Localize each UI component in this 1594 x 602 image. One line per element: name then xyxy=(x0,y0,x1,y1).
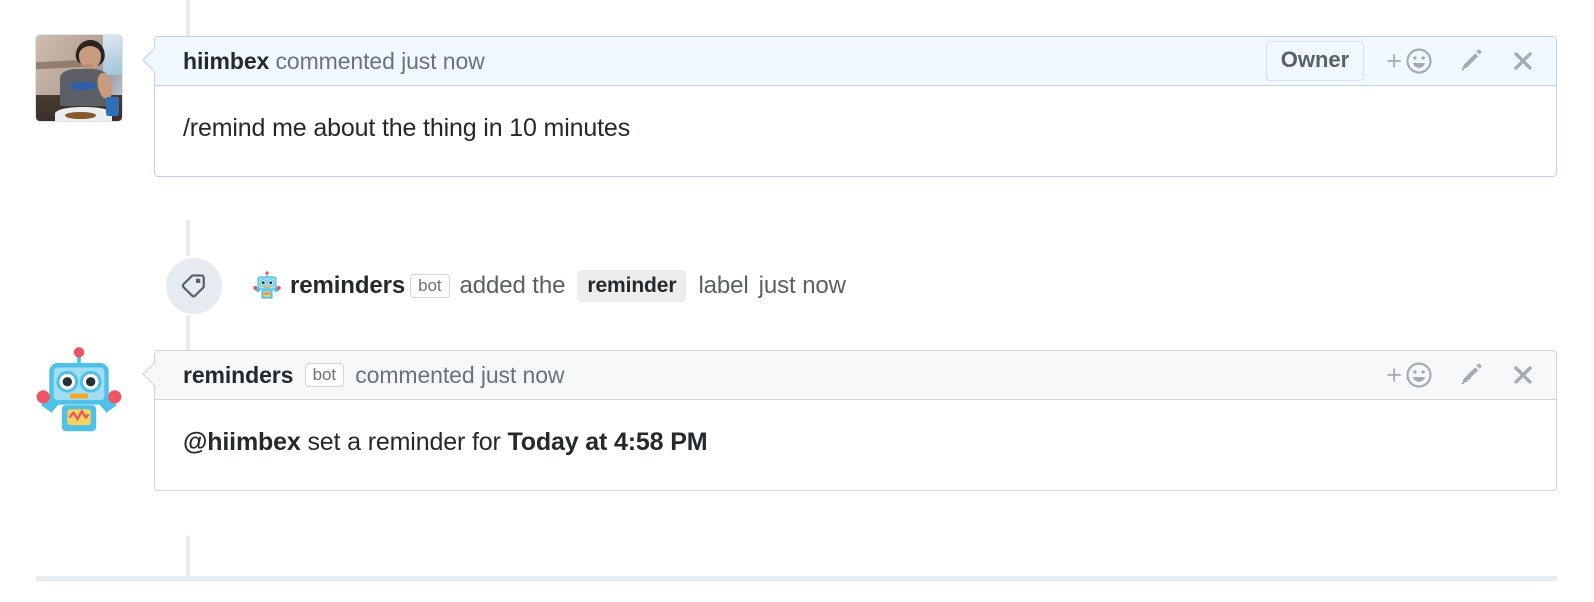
smiley-icon xyxy=(1406,48,1432,74)
add-reaction-button[interactable]: + xyxy=(1386,360,1434,390)
timeline-event-labeled: reminders bot added the reminder label j… xyxy=(166,258,851,314)
event-action-suffix: label xyxy=(698,272,749,299)
comment-byline: hiimbex commented just now xyxy=(183,48,485,75)
comment-actions: + xyxy=(1386,360,1544,390)
close-icon xyxy=(1514,52,1532,70)
event-icon-circle xyxy=(166,258,222,314)
robot-icon[interactable] xyxy=(252,271,282,301)
event-timestamp[interactable]: just now xyxy=(759,272,846,300)
robot-icon xyxy=(36,347,122,432)
add-reaction-button[interactable]: + xyxy=(1386,46,1434,76)
comment-body: /remind me about the thing in 10 minutes xyxy=(183,114,631,142)
timeline-rail-segment xyxy=(186,316,190,350)
delete-comment-button[interactable] xyxy=(1508,46,1538,76)
delete-comment-button[interactable] xyxy=(1508,360,1538,390)
avatar-photo-shirt-logo xyxy=(70,82,97,91)
avatar-photo-window xyxy=(103,35,122,75)
comment-timestamp[interactable]: just now xyxy=(481,362,565,388)
timeline-rail-segment xyxy=(186,220,190,256)
smiley-icon xyxy=(1406,362,1432,388)
reminders-bot-avatar[interactable] xyxy=(35,346,123,434)
avatar-photo-cup xyxy=(105,96,119,116)
pencil-icon xyxy=(1461,49,1482,71)
comment-action: commented xyxy=(275,47,395,74)
comment-header: hiimbex commented just now Owner + xyxy=(142,37,1556,86)
bot-badge: bot xyxy=(410,274,450,298)
bot-badge: bot xyxy=(304,362,344,387)
comment-actions: Owner + xyxy=(1265,41,1544,81)
comment-timestamp[interactable]: just now xyxy=(401,48,485,74)
comment-action: commented xyxy=(355,361,475,388)
edit-comment-button[interactable] xyxy=(1456,360,1486,390)
comment-card-hiimbex: hiimbex commented just now Owner + /remi… xyxy=(142,36,1557,178)
status-badge-owner: Owner xyxy=(1265,41,1365,81)
comment-bubble-arrow xyxy=(142,47,168,73)
label-chip-reminder[interactable]: reminder xyxy=(577,270,687,302)
edit-comment-button[interactable] xyxy=(1456,46,1486,76)
plus-icon: + xyxy=(1386,45,1402,76)
comment-body: @hiimbex set a reminder for Today at 4:5… xyxy=(155,400,1556,490)
comment-author[interactable]: reminders xyxy=(183,362,293,388)
issue-timeline: hiimbex commented just now Owner + /remi… xyxy=(0,0,1594,602)
close-icon xyxy=(1514,366,1532,384)
timeline-bottom-divider xyxy=(36,576,1557,581)
hiimbex-avatar[interactable] xyxy=(35,34,123,122)
reminder-datetime: Today at 4:58 PM xyxy=(507,428,708,456)
timeline-rail-segment xyxy=(186,0,190,36)
plus-icon: + xyxy=(1386,359,1402,390)
comment-card-reminders-bot: reminders bot commented just now + @hiim… xyxy=(142,350,1557,492)
timeline-rail-segment xyxy=(186,536,190,578)
mention-hiimbex[interactable]: @hiimbex xyxy=(183,428,301,456)
event-author[interactable]: reminders xyxy=(290,272,405,300)
comment-header: reminders bot commented just now + xyxy=(142,351,1556,400)
event-description: reminders bot added the reminder label j… xyxy=(248,270,851,302)
event-action-prefix: added the xyxy=(459,272,566,299)
tag-icon xyxy=(181,274,205,298)
reminder-sentence-middle: set a reminder for xyxy=(300,428,508,456)
comment-bubble-arrow xyxy=(142,361,168,387)
pencil-icon xyxy=(1461,363,1482,385)
comment-author[interactable]: hiimbex xyxy=(183,48,269,74)
comment-byline: reminders bot commented just now xyxy=(183,361,565,389)
